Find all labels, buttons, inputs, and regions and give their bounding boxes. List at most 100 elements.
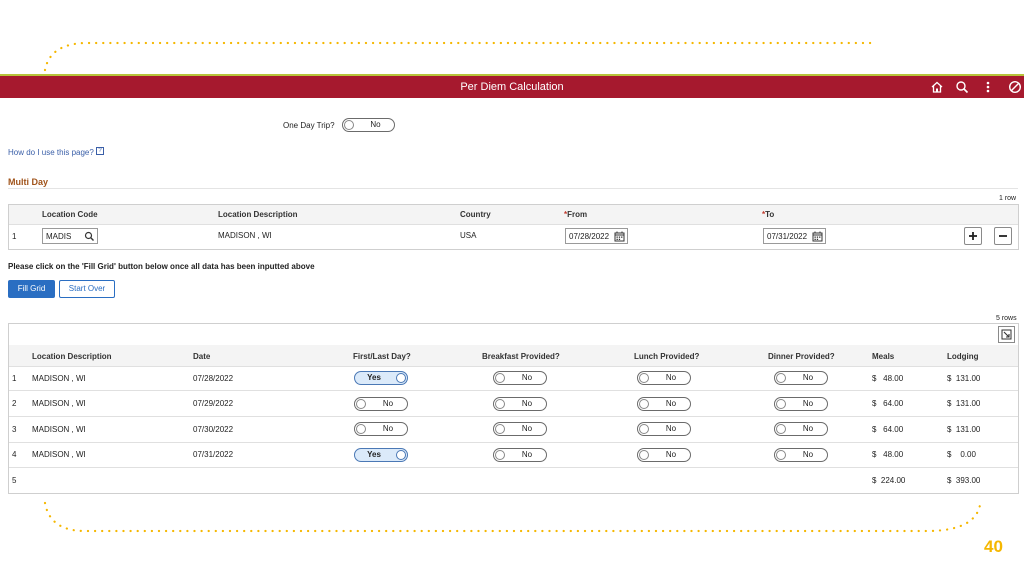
row-location: MADISON , WI: [32, 374, 86, 383]
breakfast-toggle[interactable]: No: [493, 448, 547, 462]
slide-number: 40: [984, 537, 1003, 556]
minus-icon: [999, 235, 1007, 237]
one-day-trip-toggle[interactable]: No: [342, 118, 395, 132]
app-header: Per Diem Calculation: [0, 76, 1024, 98]
toggle-knob: [639, 450, 649, 460]
total-meals: $ 224.00: [872, 476, 906, 485]
toggle-label: No: [665, 373, 677, 382]
toggle-knob: [639, 373, 649, 383]
toggle-label: No: [665, 424, 677, 433]
row-date: 07/29/2022: [193, 399, 234, 408]
toggle-label: No: [802, 399, 814, 408]
page-title: Per Diem Calculation: [460, 81, 564, 93]
start-over-button[interactable]: Start Over: [59, 280, 115, 298]
first-last-day-toggle[interactable]: Yes: [354, 371, 408, 385]
col-from: *From: [564, 210, 587, 219]
row-lodging: $ 131.00: [947, 399, 981, 408]
ban-icon[interactable]: [1007, 79, 1023, 95]
row-lodging: $ 131.00: [947, 374, 981, 383]
row-date: 07/28/2022: [193, 374, 234, 383]
totals-row-number: 5: [12, 476, 17, 485]
col-lunch-provided: Lunch Provided?: [634, 352, 700, 361]
toggle-knob: [495, 424, 505, 434]
plus-icon: [969, 232, 977, 240]
col-location-code: Location Code: [42, 210, 98, 219]
add-row-button[interactable]: [964, 227, 982, 245]
toggle-label: Yes: [367, 373, 381, 382]
row-lodging: $ 0.00: [947, 450, 976, 459]
col-location-description: Location Description: [218, 210, 298, 219]
location-code-value: MADIS: [46, 232, 72, 241]
row-location: MADISON , WI: [32, 399, 86, 408]
location-code-input[interactable]: MADIS: [42, 228, 98, 244]
search-icon[interactable]: [954, 79, 970, 95]
home-icon[interactable]: [929, 79, 945, 95]
toggle-label: No: [665, 399, 677, 408]
toggle-knob: [495, 373, 505, 383]
row-meals: $ 64.00: [872, 399, 904, 408]
lunch-toggle[interactable]: No: [637, 422, 691, 436]
breakfast-toggle[interactable]: No: [493, 371, 547, 385]
first-last-day-toggle[interactable]: Yes: [354, 448, 408, 462]
section-title: Multi Day: [8, 177, 49, 187]
toggle-knob: [776, 424, 786, 434]
toggle-label: No: [521, 450, 533, 459]
row-number: 2: [12, 399, 17, 408]
per-diem-grid-row-count: 5 rows: [996, 315, 1017, 322]
export-button[interactable]: [998, 326, 1015, 343]
toggle-knob: [639, 399, 649, 409]
help-link[interactable]: How do I use this page?: [8, 148, 94, 157]
row-divider: [9, 416, 1018, 417]
from-date-input[interactable]: 07/28/2022: [565, 228, 628, 244]
toggle-label: No: [521, 373, 533, 382]
grid-header-rule: [9, 224, 1018, 225]
help-icon[interactable]: ?: [96, 147, 104, 155]
row-divider: [9, 467, 1018, 468]
country-value: USA: [460, 231, 477, 240]
dinner-toggle[interactable]: No: [774, 371, 828, 385]
toggle-label: No: [802, 373, 814, 382]
calendar-icon[interactable]: [812, 231, 823, 242]
row-date: 07/30/2022: [193, 425, 234, 434]
row-location: MADISON , WI: [32, 425, 86, 434]
one-day-trip-label: One Day Trip?: [283, 121, 335, 130]
col-first-last-day: First/Last Day?: [353, 352, 411, 361]
toggle-label: No: [665, 450, 677, 459]
first-last-day-toggle[interactable]: No: [354, 397, 408, 411]
row-divider: [9, 442, 1018, 443]
fill-grid-button[interactable]: Fill Grid: [8, 280, 55, 298]
row-number: 1: [12, 374, 17, 383]
calendar-icon[interactable]: [614, 231, 625, 242]
lookup-search-icon[interactable]: [84, 231, 95, 242]
toggle-knob: [495, 450, 505, 460]
toggle-knob: [776, 399, 786, 409]
delete-row-button[interactable]: [994, 227, 1012, 245]
col-country: Country: [460, 210, 491, 219]
breakfast-toggle[interactable]: No: [493, 422, 547, 436]
location-grid: Location Code Location Description Count…: [8, 204, 1019, 250]
toggle-label: No: [521, 424, 533, 433]
row-date: 07/31/2022: [193, 450, 234, 459]
dinner-toggle[interactable]: No: [774, 397, 828, 411]
lunch-toggle[interactable]: No: [637, 397, 691, 411]
toggle-label: No: [382, 399, 394, 408]
breakfast-toggle[interactable]: No: [493, 397, 547, 411]
section-divider: [8, 188, 1018, 189]
to-date-input[interactable]: 07/31/2022: [763, 228, 826, 244]
toggle-knob: [396, 450, 406, 460]
col-date: Date: [193, 352, 211, 361]
row-number: 4: [12, 450, 17, 459]
dinner-toggle[interactable]: No: [774, 448, 828, 462]
row-location: MADISON , WI: [32, 450, 86, 459]
toggle-knob: [344, 120, 354, 130]
toggle-knob: [396, 373, 406, 383]
lunch-toggle[interactable]: No: [637, 371, 691, 385]
lunch-toggle[interactable]: No: [637, 448, 691, 462]
first-last-day-toggle[interactable]: No: [354, 422, 408, 436]
toggle-knob: [776, 373, 786, 383]
more-icon[interactable]: [980, 79, 996, 95]
col-to-label: To: [765, 210, 775, 219]
to-date-value: 07/31/2022: [767, 232, 808, 241]
dinner-toggle[interactable]: No: [774, 422, 828, 436]
col-meals: Meals: [872, 352, 895, 361]
